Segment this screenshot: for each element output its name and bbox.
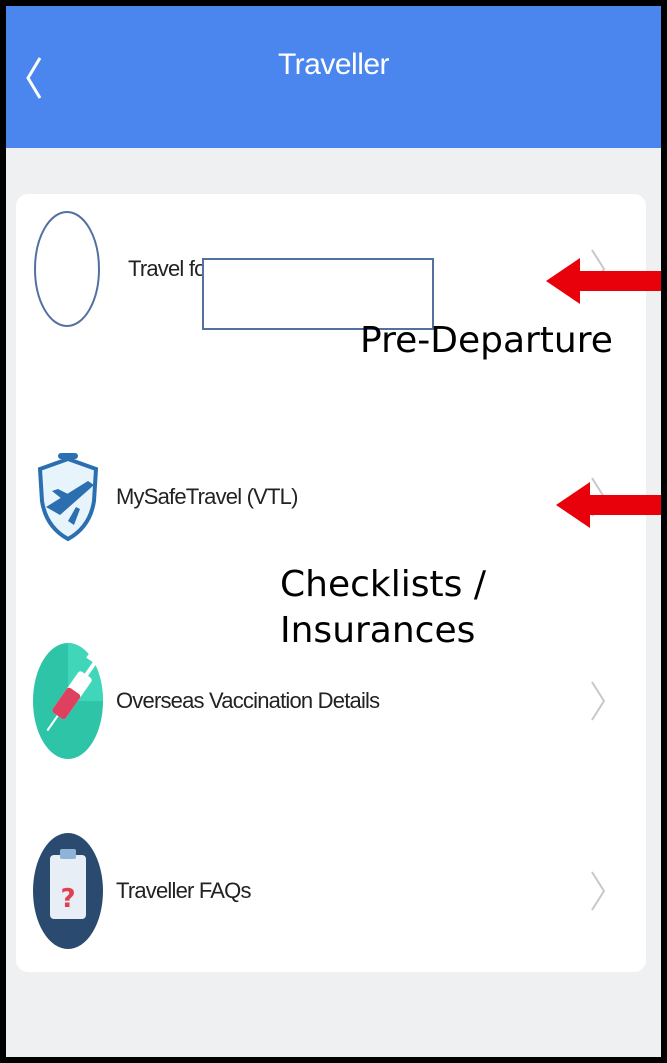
menu-item-label: Travel for bbox=[128, 256, 213, 281]
red-arrow-icon bbox=[556, 482, 661, 528]
syringe-icon bbox=[33, 643, 104, 759]
menu-item-label: MySafeTravel (VTL) bbox=[116, 484, 298, 509]
page-title: Traveller bbox=[277, 48, 390, 81]
annotation-pre-departure: Pre-Departure bbox=[360, 320, 613, 361]
chevron-right-icon bbox=[591, 681, 606, 721]
annotation-checklists: Checklists / bbox=[280, 564, 486, 605]
menu-item-label: Traveller FAQs bbox=[116, 878, 251, 903]
shield-plane-icon bbox=[37, 453, 99, 542]
faq-document-icon: ? bbox=[33, 833, 103, 949]
menu-item-label: Overseas Vaccination Details bbox=[116, 688, 380, 713]
app-frame: Traveller Travel for MySafeTravel (VTL) bbox=[0, 0, 667, 1063]
svg-text:?: ? bbox=[60, 884, 75, 914]
chevron-right-icon bbox=[591, 871, 606, 911]
menu-item-mysafetravel[interactable]: MySafeTravel (VTL) bbox=[16, 422, 646, 572]
header-bar: Traveller bbox=[6, 6, 661, 148]
profile-avatar-icon bbox=[34, 211, 100, 327]
red-arrow-icon bbox=[546, 258, 661, 304]
menu-item-traveller-faqs[interactable]: ? Traveller FAQs bbox=[16, 816, 646, 966]
annotation-insurances: Insurances bbox=[280, 610, 476, 651]
